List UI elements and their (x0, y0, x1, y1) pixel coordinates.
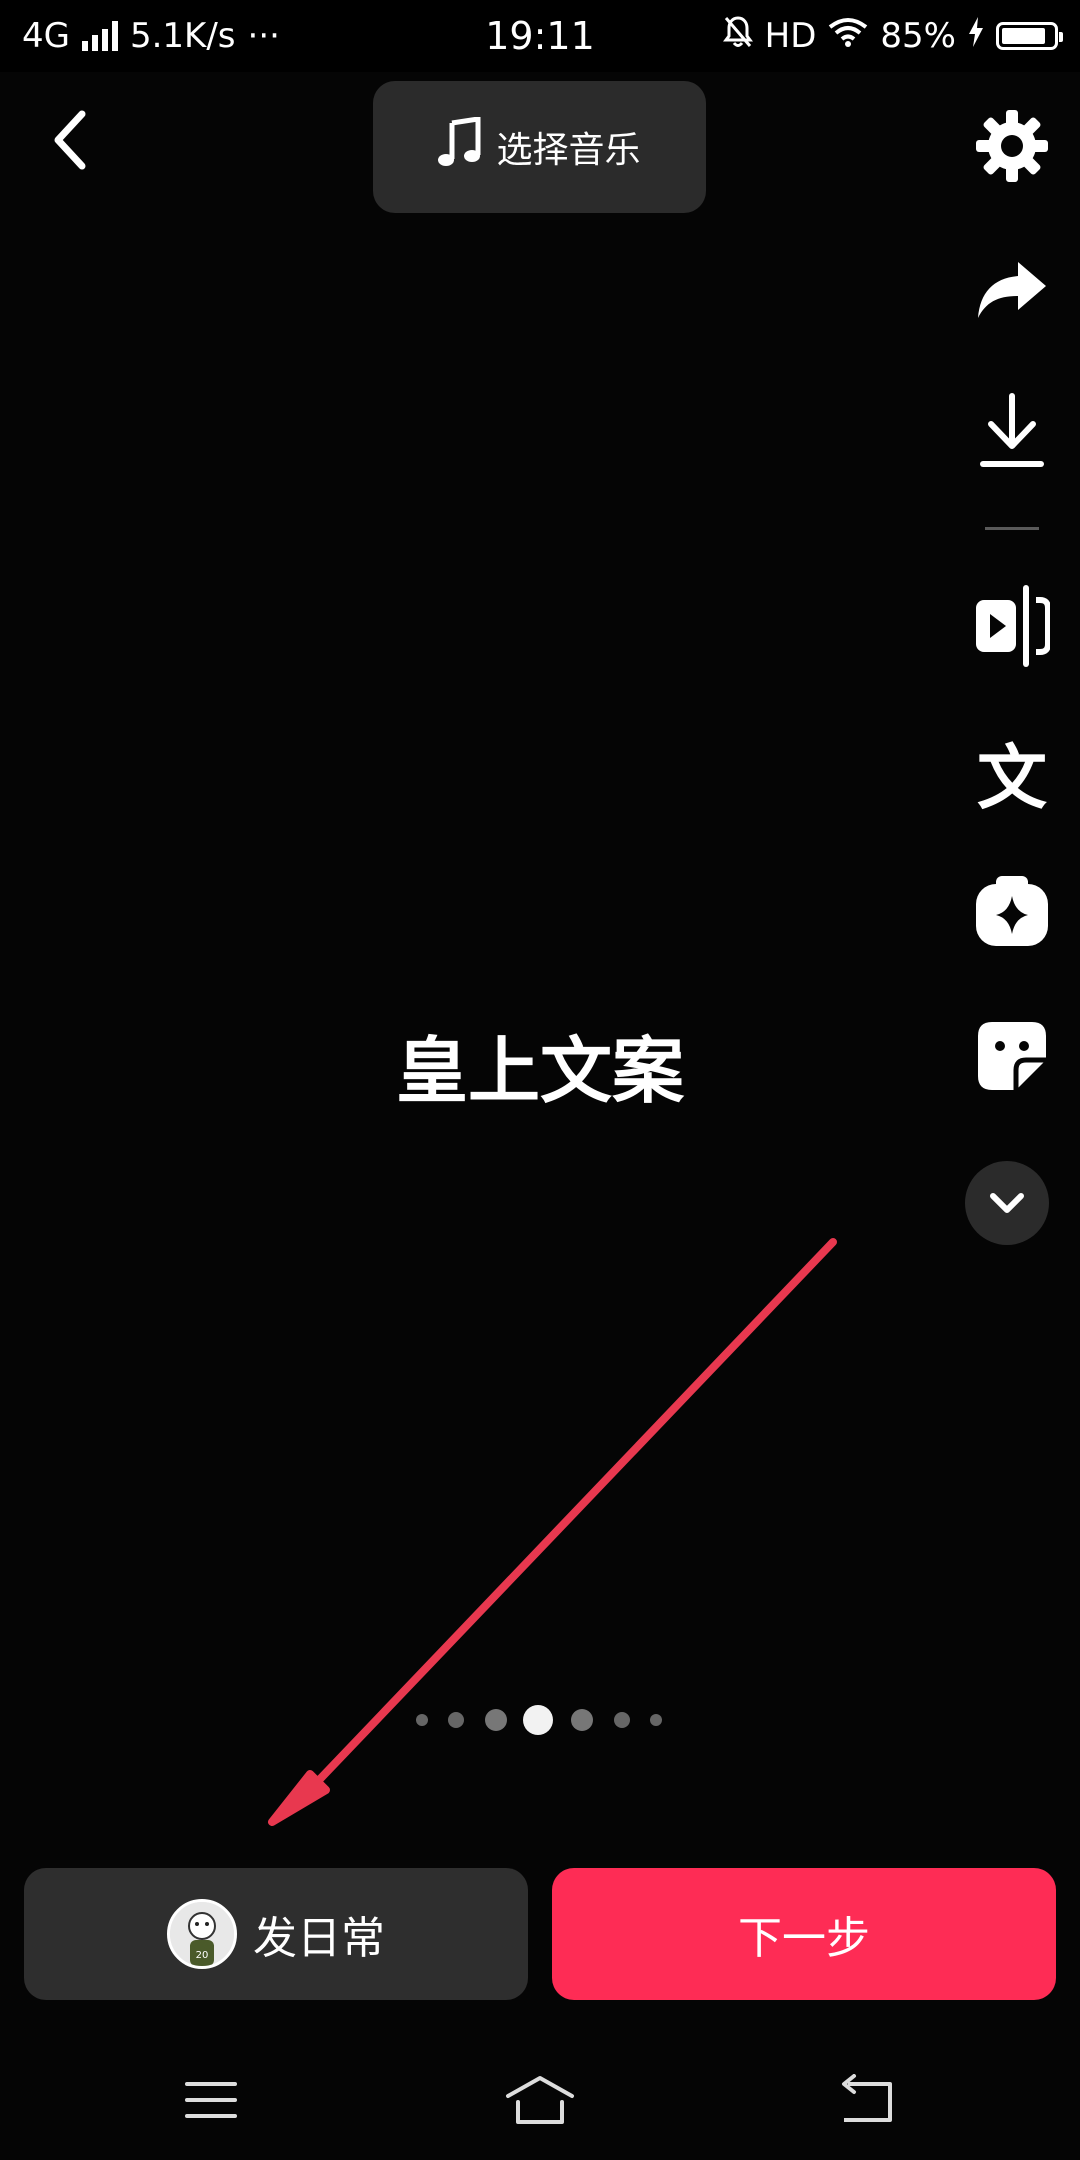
home-icon (506, 2076, 574, 2124)
home-button[interactable] (500, 2060, 580, 2140)
page-dot (485, 1709, 507, 1731)
page-dot (448, 1712, 464, 1728)
page-dot (614, 1712, 630, 1728)
annotation-arrow (268, 1238, 837, 1826)
next-step-label: 下一步 (738, 1913, 870, 1964)
system-nav-bar (0, 2040, 1080, 2160)
next-step-button[interactable]: 下一步 (552, 1868, 1056, 2000)
avatar: 20 (167, 1899, 237, 1969)
system-back-button[interactable] (828, 2060, 908, 2140)
post-daily-button[interactable]: 20 发日常 (24, 1868, 528, 2000)
page-dot (416, 1714, 428, 1726)
page-dot (650, 1714, 662, 1726)
page-dot-active (523, 1705, 553, 1735)
menu-button[interactable] (171, 2060, 251, 2140)
post-daily-label: 发日常 (253, 1913, 385, 1964)
page-indicator (0, 1700, 1080, 1740)
menu-icon (185, 2082, 237, 2118)
svg-text:20: 20 (196, 1950, 209, 1961)
page-dot (571, 1709, 593, 1731)
back-return-icon (842, 2074, 892, 2122)
